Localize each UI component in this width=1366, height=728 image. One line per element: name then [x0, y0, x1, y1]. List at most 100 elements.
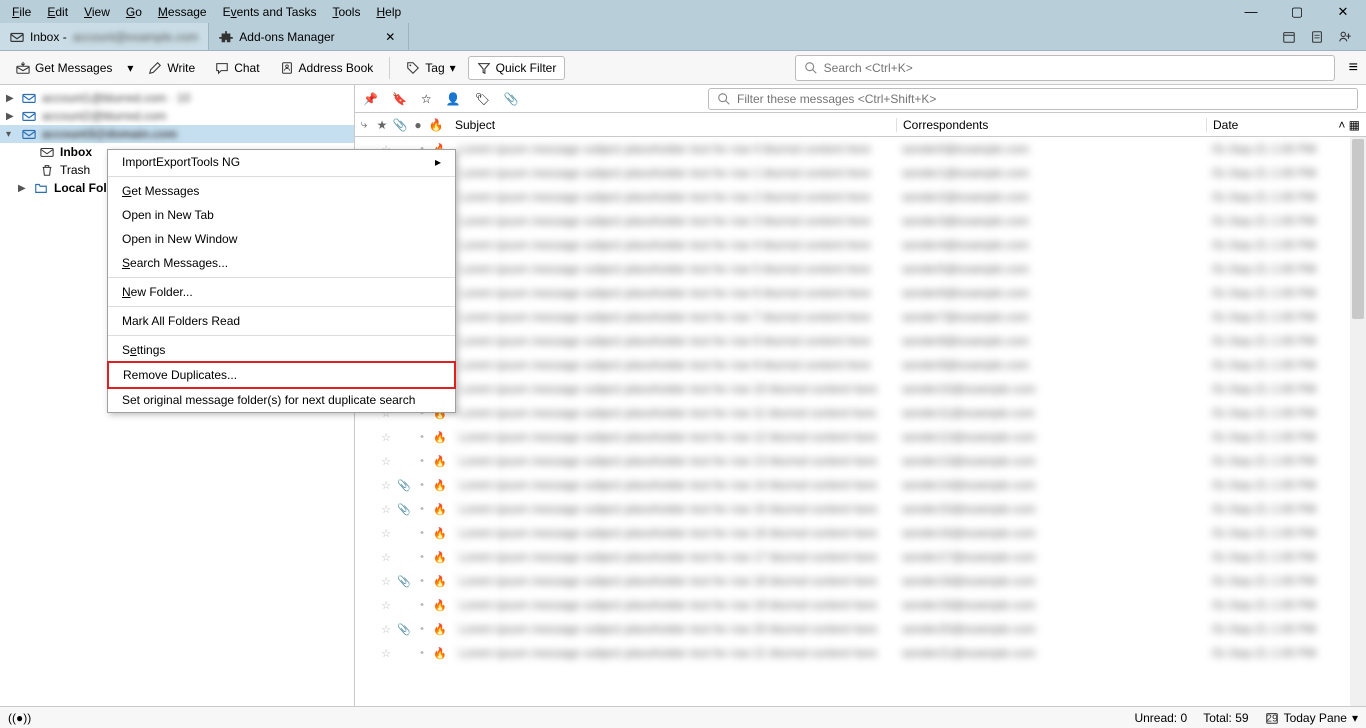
inbox-icon	[10, 30, 24, 44]
col-thread-icon[interactable]: ⤷	[355, 117, 373, 132]
main-toolbar: Get Messages ▾ Write Chat Address Book T…	[0, 51, 1366, 85]
cm-remove-duplicates[interactable]: Remove Duplicates...	[109, 363, 454, 387]
message-toolbar: 📌 🔖 ☆ 👤 🏷 📎	[355, 85, 1366, 113]
cm-set-original[interactable]: Set original message folder(s) for next …	[108, 388, 455, 412]
address-book-icon	[280, 61, 294, 75]
get-messages-button[interactable]: Get Messages	[8, 57, 120, 79]
get-messages-label: Get Messages	[35, 61, 112, 75]
message-row[interactable]: ☆•🔥Lorem ipsum message subject placehold…	[355, 209, 1366, 233]
window-controls: — ▢ ✕	[1228, 0, 1366, 23]
message-row[interactable]: ☆•🔥Lorem ipsum message subject placehold…	[355, 545, 1366, 569]
message-row[interactable]: ☆•🔥Lorem ipsum message subject placehold…	[355, 593, 1366, 617]
cm-get-messages[interactable]: Get Messages	[108, 179, 455, 203]
message-list[interactable]: // placeholder; rows generated below aft…	[355, 137, 1366, 706]
tab-inbox[interactable]: Inbox - account@example.com	[0, 23, 209, 50]
highlight-remove-duplicates: Remove Duplicates...	[107, 361, 456, 389]
app-menu-button[interactable]: ≡	[1349, 59, 1358, 77]
cm-open-tab[interactable]: Open in New Tab	[108, 203, 455, 227]
message-row[interactable]: ☆📎•🔥Lorem ipsum message subject placehol…	[355, 497, 1366, 521]
account-row-selected[interactable]: ▾account3@domain.com	[0, 125, 354, 143]
message-row[interactable]: ☆📎•🔥Lorem ipsum message subject placehol…	[355, 617, 1366, 641]
menu-view[interactable]: View	[76, 2, 118, 22]
star-icon[interactable]: ☆	[421, 92, 432, 106]
cm-settings[interactable]: Settings	[108, 338, 455, 362]
message-row[interactable]: ☆📎•🔥Lorem ipsum message subject placehol…	[355, 473, 1366, 497]
message-filter-input[interactable]	[737, 92, 1349, 106]
pin-icon[interactable]: 📌	[363, 92, 378, 106]
global-search-input[interactable]	[824, 61, 1326, 75]
contact-filter-icon[interactable]: 👤	[446, 92, 461, 106]
message-filter[interactable]	[708, 88, 1358, 110]
cm-import-export[interactable]: ImportExportTools NG▸	[108, 150, 455, 174]
funnel-icon	[477, 61, 491, 75]
account-row[interactable]: ▶account1@blurred.com · 10	[0, 89, 354, 107]
trash-icon	[40, 163, 54, 177]
tag-filter-icon[interactable]: 🏷	[475, 92, 490, 106]
col-star-icon[interactable]: ★	[373, 118, 391, 132]
message-row[interactable]: ☆•🔥Lorem ipsum message subject placehold…	[355, 329, 1366, 353]
minimize-button[interactable]: —	[1228, 4, 1274, 19]
attachment-filter-icon[interactable]: 📎	[504, 92, 519, 106]
col-subject[interactable]: Subject	[445, 118, 896, 132]
col-correspondents[interactable]: Correspondents	[896, 118, 1206, 132]
address-book-label: Address Book	[299, 61, 374, 75]
message-row[interactable]: ☆•🔥Lorem ipsum message subject placehold…	[355, 233, 1366, 257]
tag-icon	[406, 61, 420, 75]
contacts-icon[interactable]	[1338, 30, 1352, 44]
message-row[interactable]: ☆•🔥Lorem ipsum message subject placehold…	[355, 425, 1366, 449]
menu-message[interactable]: Message	[150, 2, 215, 22]
message-row[interactable]: ☆•🔥Lorem ipsum message subject placehold…	[355, 521, 1366, 545]
activity-icon[interactable]: ((●))	[8, 711, 31, 725]
menu-tools[interactable]: Tools	[324, 2, 368, 22]
message-row[interactable]: ☆📎•🔥Lorem ipsum message subject placehol…	[355, 569, 1366, 593]
message-row[interactable]: ☆•🔥Lorem ipsum message subject placehold…	[355, 449, 1366, 473]
col-junk-icon[interactable]: 🔥	[427, 118, 445, 132]
tab-addons[interactable]: Add-ons Manager ✕	[209, 23, 409, 50]
account-row[interactable]: ▶account2@blurred.com	[0, 107, 354, 125]
cm-search[interactable]: Search Messages...	[108, 251, 455, 275]
maximize-button[interactable]: ▢	[1274, 4, 1320, 20]
message-pane: 📌 🔖 ☆ 👤 🏷 📎 ⤷ ★ 📎 ● 🔥 Subject Correspond…	[355, 85, 1366, 706]
col-date[interactable]: Date˄ ▦	[1206, 118, 1366, 132]
chat-label: Chat	[234, 61, 259, 75]
tab-close-button[interactable]: ✕	[382, 30, 398, 44]
message-row[interactable]: ☆•🔥Lorem ipsum message subject placehold…	[355, 185, 1366, 209]
message-row[interactable]: ☆•🔥Lorem ipsum message subject placehold…	[355, 377, 1366, 401]
message-row[interactable]: ☆•🔥Lorem ipsum message subject placehold…	[355, 641, 1366, 665]
write-button[interactable]: Write	[140, 57, 203, 79]
menu-file[interactable]: File	[4, 2, 39, 22]
quick-filter-button[interactable]: Quick Filter	[468, 56, 566, 80]
close-button[interactable]: ✕	[1320, 4, 1366, 20]
menu-events[interactable]: Events and Tasks	[215, 2, 325, 22]
chat-button[interactable]: Chat	[207, 57, 267, 79]
cm-separator	[108, 176, 455, 177]
message-row[interactable]: ☆•🔥Lorem ipsum message subject placehold…	[355, 353, 1366, 377]
calendar-icon[interactable]	[1282, 30, 1296, 44]
today-pane-button[interactable]: 29Today Pane ▾	[1265, 711, 1358, 725]
mail-icon	[22, 109, 36, 123]
message-row[interactable]: ☆•🔥Lorem ipsum message subject placehold…	[355, 257, 1366, 281]
message-row[interactable]: ☆•🔥Lorem ipsum message subject placehold…	[355, 137, 1366, 161]
message-row[interactable]: ☆•🔥Lorem ipsum message subject placehold…	[355, 161, 1366, 185]
tag-button[interactable]: Tag ▾	[398, 57, 463, 79]
message-row[interactable]: ☆•🔥Lorem ipsum message subject placehold…	[355, 281, 1366, 305]
col-attach-icon[interactable]: 📎	[391, 118, 409, 132]
menu-go[interactable]: Go	[118, 2, 150, 22]
cm-open-window[interactable]: Open in New Window	[108, 227, 455, 251]
global-search[interactable]	[795, 55, 1335, 81]
get-messages-dropdown[interactable]: ▾	[124, 57, 136, 79]
menu-edit[interactable]: Edit	[39, 2, 76, 22]
column-header: ⤷ ★ 📎 ● 🔥 Subject Correspondents Date˄ ▦	[355, 113, 1366, 137]
col-read-icon[interactable]: ●	[409, 118, 427, 132]
tasks-icon[interactable]	[1310, 30, 1324, 44]
download-mail-icon	[16, 61, 30, 75]
tag-label: Tag	[425, 61, 444, 75]
message-row[interactable]: ☆•🔥Lorem ipsum message subject placehold…	[355, 305, 1366, 329]
cm-new-folder[interactable]: New Folder...	[108, 280, 455, 304]
message-row[interactable]: ☆•🔥Lorem ipsum message subject placehold…	[355, 401, 1366, 425]
menu-help[interactable]: Help	[368, 2, 409, 22]
address-book-button[interactable]: Address Book	[272, 57, 382, 79]
bookmark-icon[interactable]: 🔖	[392, 92, 407, 106]
cm-mark-read[interactable]: Mark All Folders Read	[108, 309, 455, 333]
separator	[389, 57, 390, 79]
